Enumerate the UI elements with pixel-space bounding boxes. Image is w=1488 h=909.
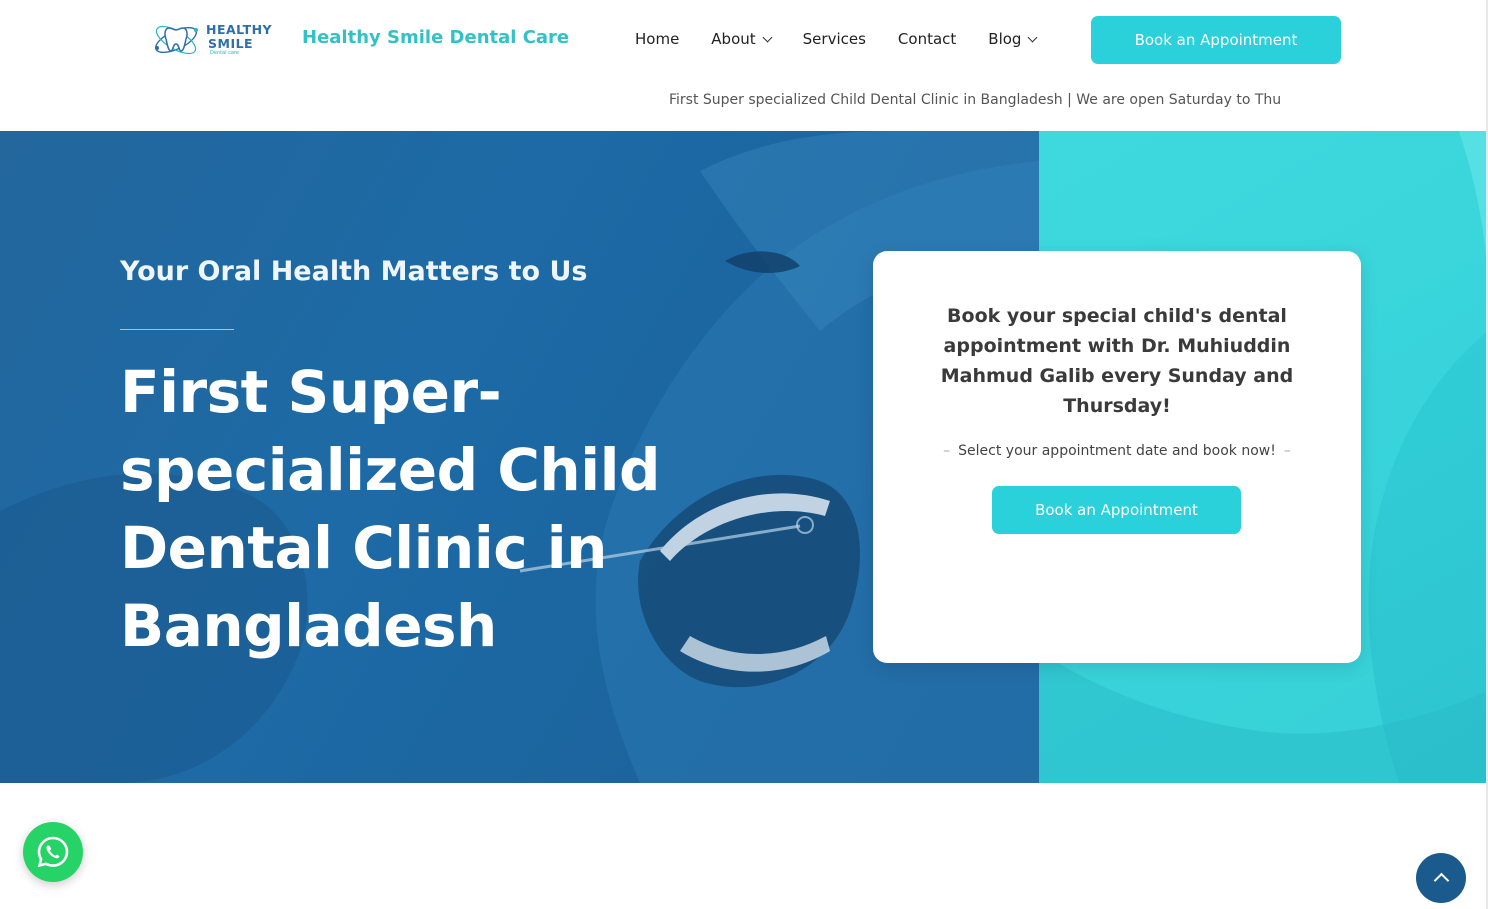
site-title[interactable]: Healthy Smile Dental Care xyxy=(302,27,569,48)
appointment-card-title: Book your special child's dental appoint… xyxy=(940,305,1294,417)
nav-item-label: Blog xyxy=(988,30,1022,48)
hero-tagline: Your Oral Health Matters to Us xyxy=(120,256,588,287)
nav-item-services[interactable]: Services xyxy=(803,30,866,48)
site-logo[interactable]: HEALTHY SMILE Dental care xyxy=(152,18,274,62)
tooth-logo-icon xyxy=(155,25,198,55)
logo-line2: SMILE xyxy=(208,35,254,51)
nav-item-label: Services xyxy=(802,30,866,48)
chevron-down-icon xyxy=(762,32,773,42)
back-to-top-button[interactable] xyxy=(1416,853,1466,903)
announcement-ticker: First Super specialized Child Dental Cli… xyxy=(669,92,1282,108)
hero-headline: First Super-specialized Child Dental Cli… xyxy=(120,358,660,660)
appointment-card-subtitle-text: Select your appointment date and book no… xyxy=(958,443,1276,459)
nav-item-about[interactable]: About xyxy=(711,30,773,48)
whatsapp-icon xyxy=(37,836,69,868)
book-appointment-button[interactable]: Book an Appointment xyxy=(1091,16,1341,64)
dash-divider: – xyxy=(1283,443,1291,459)
dash-divider: – xyxy=(943,443,951,459)
logo-sub: Dental care xyxy=(210,50,239,56)
hero-divider xyxy=(120,329,234,330)
appointment-card-subtitle: – Select your appointment date and book n… xyxy=(893,443,1341,459)
nav-item-label: Contact xyxy=(897,30,957,48)
logo-text: HEALTHY SMILE Dental care xyxy=(206,22,273,56)
appointment-card: Book your special child's dental appoint… xyxy=(873,251,1361,663)
nav-item-blog[interactable]: Blog xyxy=(988,30,1038,48)
logo-line1: HEALTHY xyxy=(206,22,273,37)
whatsapp-button[interactable] xyxy=(23,822,83,882)
site-header: HEALTHY SMILE Dental care Healthy Smile … xyxy=(0,0,1488,131)
hero-section: Your Oral Health Matters to Us First Sup… xyxy=(0,131,1488,783)
main-nav: Home About Services Contact Blog xyxy=(635,30,1068,48)
nav-item-home[interactable]: Home xyxy=(635,30,679,48)
chevron-down-icon xyxy=(1028,32,1038,42)
chevron-up-icon xyxy=(1433,872,1449,889)
nav-item-label: About xyxy=(711,30,756,48)
card-book-appointment-button[interactable]: Book an Appointment xyxy=(992,486,1241,534)
nav-item-label: Home xyxy=(635,30,680,48)
nav-item-contact[interactable]: Contact xyxy=(898,30,956,48)
